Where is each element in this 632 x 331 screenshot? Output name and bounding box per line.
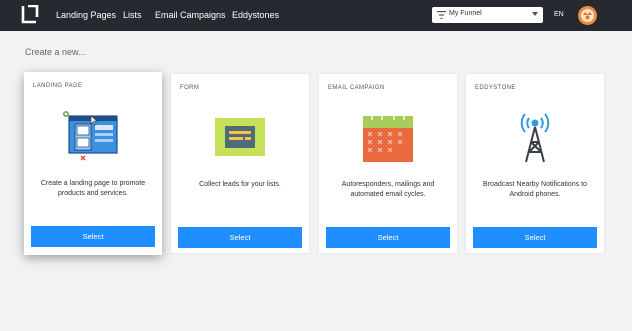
nav-link-landing-pages[interactable]: Landing Pages	[56, 10, 116, 20]
card-eddystone[interactable]: EDDYSTONE Broadcast Nearby Notifications…	[466, 74, 604, 253]
nav-link-email-campaigns[interactable]: Email Campaigns	[155, 10, 226, 20]
card-landing-page[interactable]: LANDING PAGE Create a landing page to pr…	[24, 72, 162, 255]
app-logo-icon[interactable]	[20, 5, 40, 25]
card-description: Create a landing page to promote product…	[40, 180, 146, 197]
user-avatar-icon	[581, 9, 594, 22]
card-form[interactable]: FORM Collect leads for your lists. Selec…	[171, 74, 309, 253]
card-email-campaign[interactable]: EMAIL CAMPAIGN Autoresponders, mailings …	[319, 74, 457, 253]
language-switcher[interactable]: EN	[554, 11, 564, 18]
select-email-campaign-button[interactable]: Select	[326, 227, 450, 248]
card-description: Collect leads for your lists.	[199, 181, 281, 188]
card-label: FORM	[180, 85, 200, 91]
avatar[interactable]	[578, 6, 597, 25]
card-label: LANDING PAGE	[33, 83, 83, 89]
beacon-tower-icon	[520, 113, 550, 163]
card-label: EDDYSTONE	[475, 85, 516, 91]
select-landing-page-button[interactable]: Select	[31, 226, 155, 247]
nav-link-lists[interactable]: Lists	[123, 10, 142, 20]
nav-link-eddystones[interactable]: Eddystones	[232, 10, 279, 20]
page-heading: Create a new...	[25, 47, 86, 57]
chevron-down-icon	[532, 12, 538, 16]
card-description: Autoresponders, mailings and automated e…	[341, 181, 435, 198]
calendar-icon	[363, 112, 413, 162]
card-label: EMAIL CAMPAIGN	[328, 85, 385, 91]
landing-page-icon	[63, 111, 118, 161]
select-form-button[interactable]: Select	[178, 227, 302, 248]
form-icon	[215, 118, 265, 156]
top-nav-bar: Landing Pages Lists Email Campaigns Eddy…	[0, 0, 632, 31]
funnel-select-value: My Funnel	[449, 10, 482, 17]
select-eddystone-button[interactable]: Select	[473, 227, 597, 248]
funnel-select[interactable]: My Funnel	[432, 7, 543, 23]
card-description: Broadcast Nearby Notifications to Androi…	[483, 181, 587, 198]
filter-icon	[437, 11, 446, 19]
